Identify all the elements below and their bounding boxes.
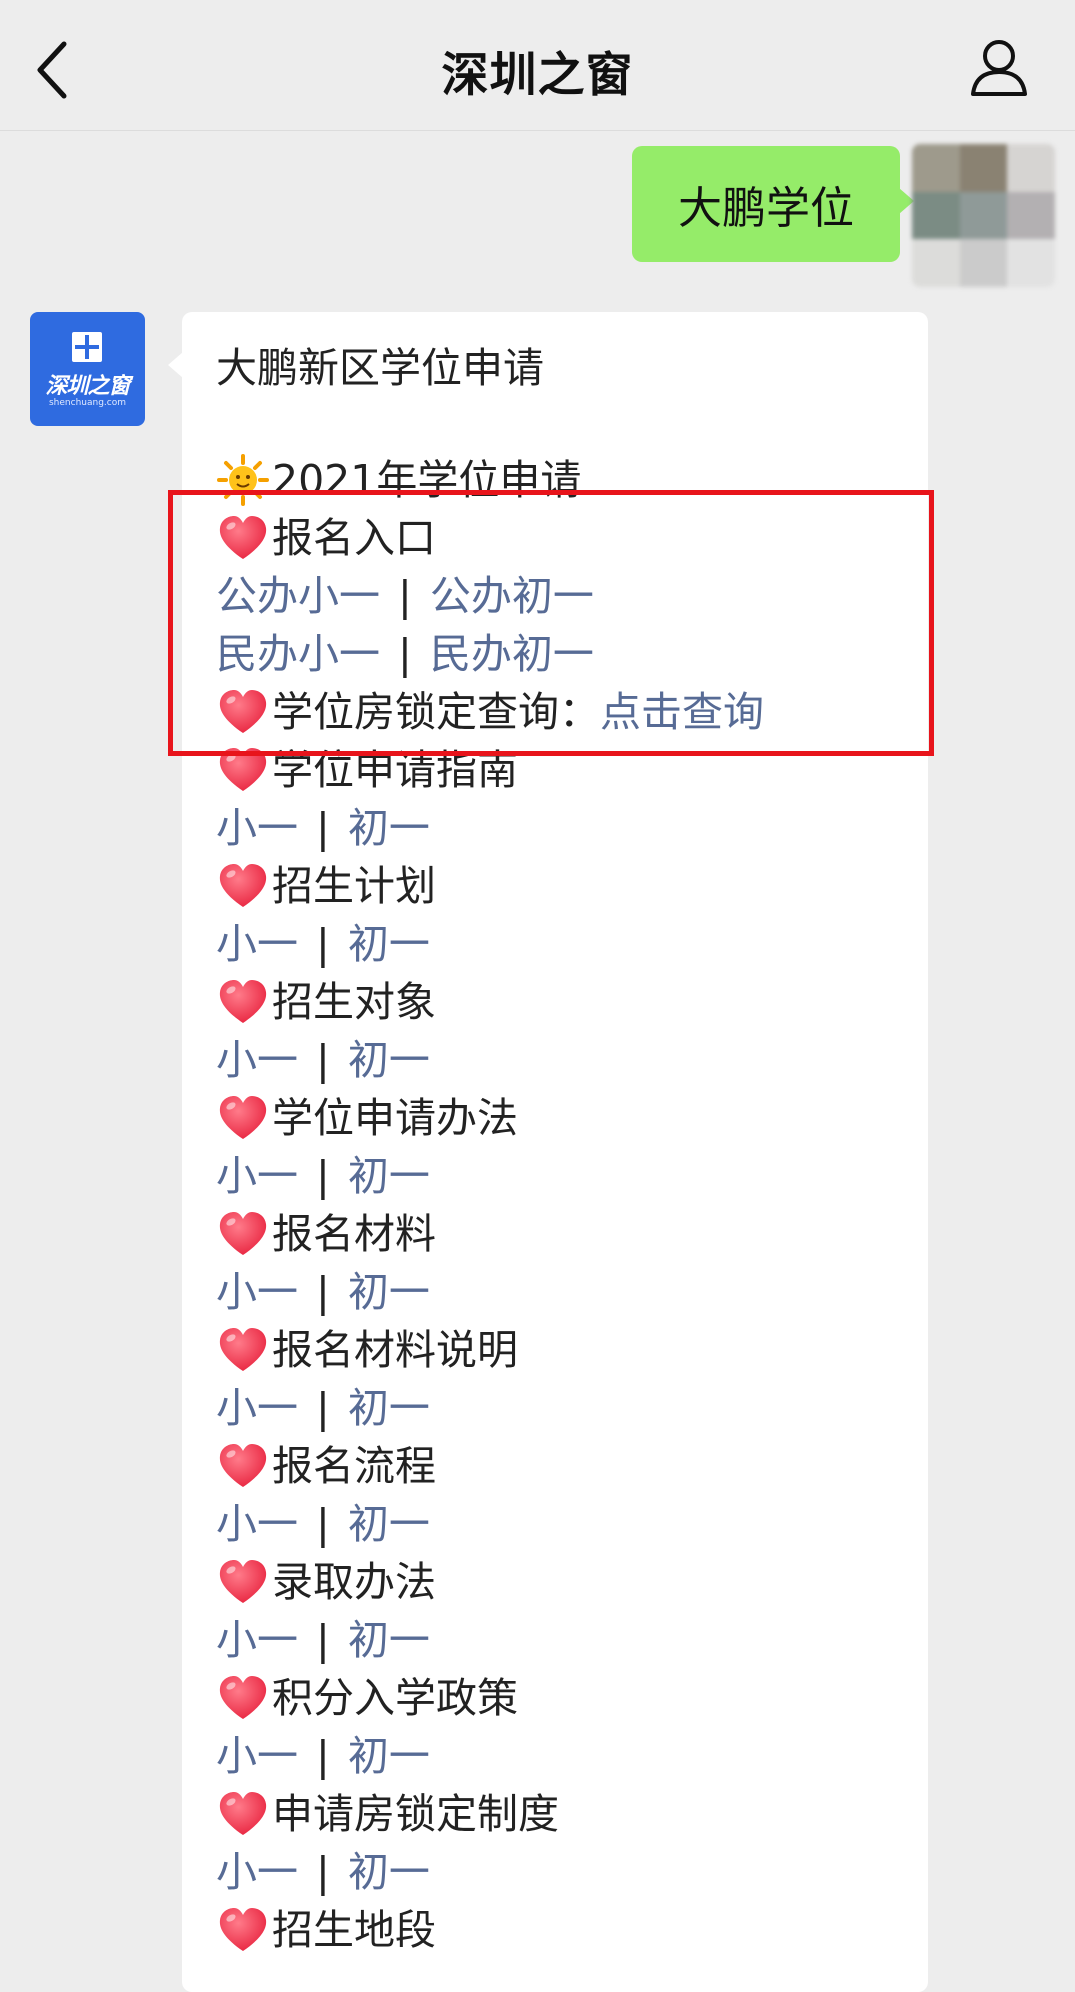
section-title-row: 报名材料 bbox=[216, 1205, 908, 1263]
section-title-row: 录取办法 bbox=[216, 1553, 908, 1611]
grade-link[interactable]: 小一 bbox=[216, 1848, 298, 1896]
grade-link[interactable]: 小一 bbox=[216, 1268, 298, 1316]
heart-icon bbox=[216, 1671, 270, 1725]
link-row: 小一 | 初一 bbox=[216, 1031, 908, 1089]
grade-link[interactable]: 小一 bbox=[216, 1500, 298, 1548]
grade-link[interactable]: 初一 bbox=[348, 1268, 430, 1316]
grade-link[interactable]: 小一 bbox=[216, 1384, 298, 1432]
section-title-row: 积分入学政策 bbox=[216, 1669, 908, 1727]
link-separator: | bbox=[316, 1500, 330, 1548]
heart-icon bbox=[216, 1555, 270, 1609]
account-avatar[interactable]: 深圳之窗 shenchuang.com bbox=[30, 312, 145, 426]
section-title: 报名材料说明 bbox=[272, 1326, 518, 1374]
section-title: 报名流程 bbox=[272, 1442, 436, 1490]
section-title-row: 招生对象 bbox=[216, 973, 908, 1031]
heart-icon bbox=[216, 859, 270, 913]
link-row: 小一 | 初一 bbox=[216, 1147, 908, 1205]
user-avatar[interactable] bbox=[912, 144, 1055, 287]
link-row: 小一 | 初一 bbox=[216, 915, 908, 973]
red-highlight-box bbox=[168, 490, 934, 756]
link-row: 小一 | 初一 bbox=[216, 1611, 908, 1669]
grade-link[interactable]: 初一 bbox=[348, 920, 430, 968]
section-title: 学位申请办法 bbox=[272, 1094, 518, 1142]
section-title-row: 招生计划 bbox=[216, 857, 908, 915]
heart-icon bbox=[216, 1903, 270, 1957]
heart-icon bbox=[216, 1091, 270, 1145]
link-separator: | bbox=[316, 1036, 330, 1084]
grade-link[interactable]: 小一 bbox=[216, 1732, 298, 1780]
window-logo-icon bbox=[72, 332, 102, 362]
link-separator: | bbox=[316, 1616, 330, 1664]
heart-icon bbox=[216, 1207, 270, 1261]
grade-link[interactable]: 初一 bbox=[348, 1500, 430, 1548]
section-title: 招生计划 bbox=[272, 862, 436, 910]
section-title: 积分入学政策 bbox=[272, 1674, 518, 1722]
heart-icon bbox=[216, 975, 270, 1029]
section-title: 录取办法 bbox=[272, 1558, 436, 1606]
heart-icon bbox=[216, 1323, 270, 1377]
message-heading: 大鹏新区学位申请 bbox=[216, 344, 544, 392]
section-title: 申请房锁定制度 bbox=[272, 1790, 559, 1838]
link-row: 小一 | 初一 bbox=[216, 1263, 908, 1321]
account-url-text: shenchuang.com bbox=[48, 398, 126, 408]
section-title-row: 学位申请办法 bbox=[216, 1089, 908, 1147]
grade-link[interactable]: 初一 bbox=[348, 1848, 430, 1896]
account-brand-text: 深圳之窗 bbox=[45, 374, 130, 399]
link-row: 小一 | 初一 bbox=[216, 1495, 908, 1553]
section-title-row: 报名材料说明 bbox=[216, 1321, 908, 1379]
heart-icon bbox=[216, 1787, 270, 1841]
link-row: 小一 | 初一 bbox=[216, 1843, 908, 1901]
grade-link[interactable]: 初一 bbox=[348, 804, 430, 852]
grade-link[interactable]: 初一 bbox=[348, 1732, 430, 1780]
link-separator: | bbox=[316, 1268, 330, 1316]
top-bar: 深圳之窗 bbox=[0, 0, 1075, 131]
grade-link[interactable]: 初一 bbox=[348, 1616, 430, 1664]
section-title-row: 报名流程 bbox=[216, 1437, 908, 1495]
person-icon bbox=[971, 40, 1027, 96]
section-title: 报名材料 bbox=[272, 1210, 436, 1258]
section-title: 招生对象 bbox=[272, 978, 436, 1026]
link-row: 小一 | 初一 bbox=[216, 1727, 908, 1785]
page-title: 深圳之窗 bbox=[441, 48, 634, 103]
link-separator: | bbox=[316, 1848, 330, 1896]
heart-icon bbox=[216, 1439, 270, 1493]
grade-link[interactable]: 初一 bbox=[348, 1152, 430, 1200]
section-title: 招生地段 bbox=[272, 1906, 436, 1954]
grade-link[interactable]: 小一 bbox=[216, 920, 298, 968]
link-separator: | bbox=[316, 1384, 330, 1432]
link-separator: | bbox=[316, 1732, 330, 1780]
link-separator: | bbox=[316, 804, 330, 852]
link-separator: | bbox=[316, 920, 330, 968]
section-title-row: 招生地段 bbox=[216, 1901, 908, 1959]
grade-link[interactable]: 初一 bbox=[348, 1384, 430, 1432]
grade-link[interactable]: 小一 bbox=[216, 1616, 298, 1664]
profile-button[interactable] bbox=[967, 36, 1031, 100]
outgoing-message-text: 大鹏学位 bbox=[678, 183, 854, 234]
grade-link[interactable]: 初一 bbox=[348, 1036, 430, 1084]
grade-link[interactable]: 小一 bbox=[216, 1036, 298, 1084]
outgoing-message-bubble[interactable]: 大鹏学位 bbox=[632, 146, 914, 262]
grade-link[interactable]: 小一 bbox=[216, 1152, 298, 1200]
section-title-row: 申请房锁定制度 bbox=[216, 1785, 908, 1843]
link-row: 小一 | 初一 bbox=[216, 799, 908, 857]
grade-link[interactable]: 小一 bbox=[216, 804, 298, 852]
link-row: 小一 | 初一 bbox=[216, 1379, 908, 1437]
link-separator: | bbox=[316, 1152, 330, 1200]
